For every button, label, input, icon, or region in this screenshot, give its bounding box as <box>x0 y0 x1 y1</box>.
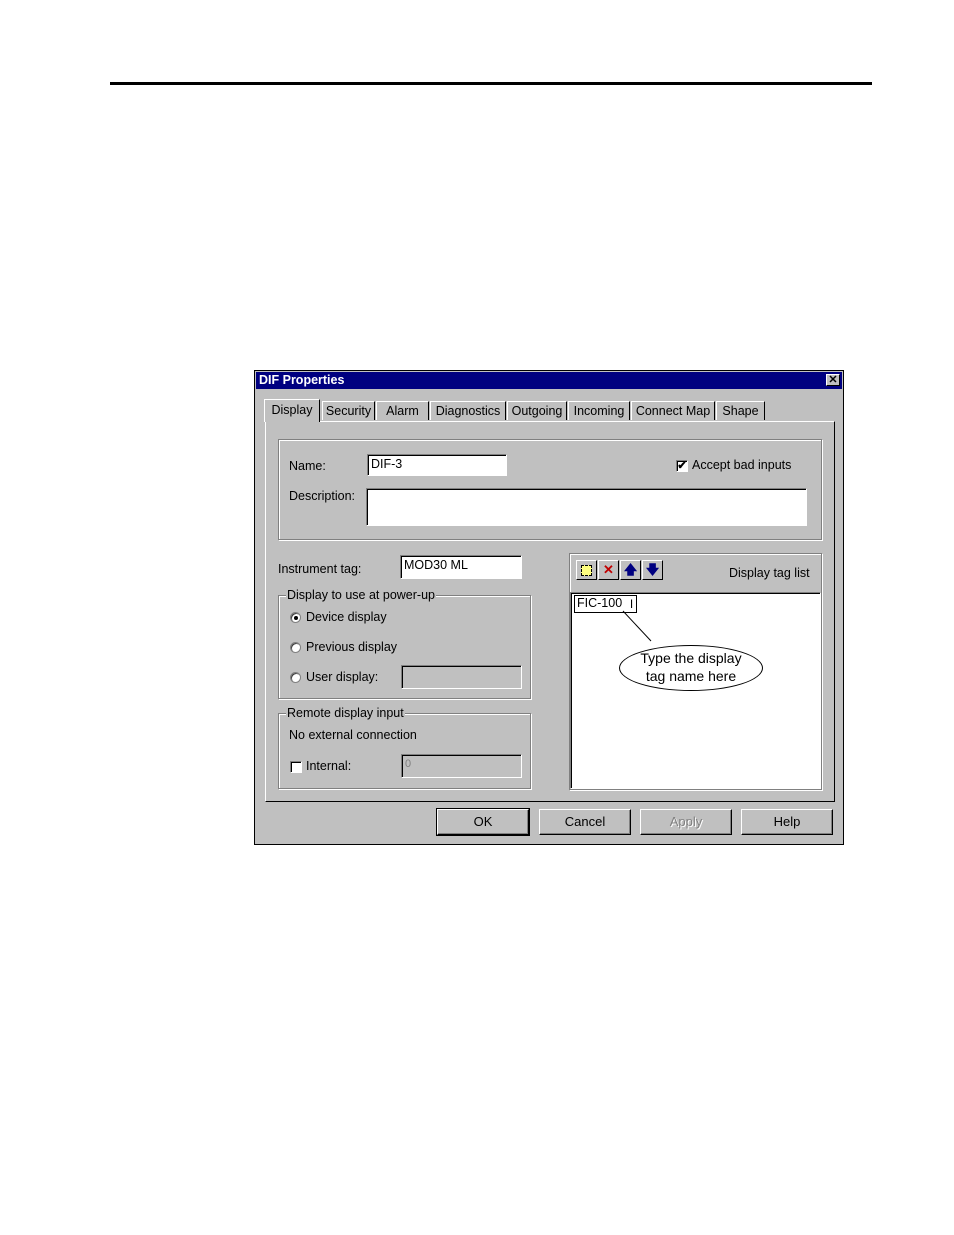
tab-display[interactable]: Display <box>264 399 320 422</box>
accept-bad-inputs-label: Accept bad inputs <box>692 458 792 472</box>
remote-group-title: Remote display input <box>286 706 405 720</box>
callout-leader <box>622 610 652 642</box>
move-down-button[interactable]: 🡇 <box>642 560 663 580</box>
tab-outgoing[interactable]: Outgoing <box>507 401 567 420</box>
help-button[interactable]: Help <box>741 809 833 835</box>
delete-icon: ✕ <box>603 562 614 577</box>
tab-alarm[interactable]: Alarm <box>376 401 429 420</box>
dialog-title: DIF Properties <box>259 373 345 387</box>
name-label: Name: <box>289 459 326 473</box>
page-top-rule <box>110 82 872 85</box>
apply-button[interactable]: Apply <box>640 809 732 835</box>
dif-properties-dialog: DIF Properties ✕ Display Security Alarm … <box>254 370 844 845</box>
description-input[interactable] <box>366 488 807 526</box>
tab-shape[interactable]: Shape <box>716 401 765 420</box>
previous-display-radio[interactable] <box>290 642 301 653</box>
move-up-icon: 🡅 <box>623 562 638 577</box>
remote-status-text: No external connection <box>289 728 417 742</box>
callout-line-2: tag name here <box>645 668 737 684</box>
remote-group: Remote display input No external connect… <box>278 706 531 789</box>
powerup-group-title: Display to use at power-up <box>286 588 436 602</box>
close-icon: ✕ <box>828 374 838 386</box>
ok-button[interactable]: OK <box>436 808 530 836</box>
title-bar: DIF Properties ✕ <box>256 372 842 389</box>
powerup-group: Display to use at power-up Device displa… <box>278 588 531 699</box>
new-icon <box>581 565 592 576</box>
new-tag-button[interactable] <box>576 560 597 580</box>
delete-tag-button[interactable]: ✕ <box>598 560 619 580</box>
device-display-label: Device display <box>306 610 387 624</box>
close-button[interactable]: ✕ <box>826 374 840 386</box>
tab-connect-map[interactable]: Connect Map <box>631 401 715 420</box>
move-up-button[interactable]: 🡅 <box>620 560 641 580</box>
previous-display-label: Previous display <box>306 640 398 654</box>
tag-list-box[interactable]: FIC-100 I Type the display tag name here <box>570 592 821 789</box>
tag-list-title: Display tag list <box>729 566 810 580</box>
callout-bubble: Type the display tag name here <box>619 645 763 691</box>
tab-incoming[interactable]: Incoming <box>568 401 630 420</box>
cancel-button[interactable]: Cancel <box>539 809 631 835</box>
tab-diagnostics[interactable]: Diagnostics <box>430 401 506 420</box>
instrument-tag-input[interactable]: MOD30 ML <box>400 555 522 579</box>
callout-line-1: Type the display <box>640 650 742 666</box>
display-tab-panel: Name: DIF-3 ✔ Accept bad inputs Descript… <box>265 421 835 802</box>
tab-security[interactable]: Security <box>322 401 375 420</box>
accept-bad-inputs-checkbox[interactable]: ✔ <box>676 460 688 472</box>
description-label: Description: <box>289 489 355 503</box>
name-input[interactable]: DIF-3 <box>367 454 507 476</box>
internal-input[interactable]: 0 <box>401 754 522 778</box>
move-down-icon: 🡇 <box>645 562 660 577</box>
identity-group: Name: DIF-3 ✔ Accept bad inputs Descript… <box>278 439 822 540</box>
device-display-radio[interactable] <box>290 612 301 623</box>
user-display-radio[interactable] <box>290 672 301 683</box>
internal-checkbox[interactable] <box>290 761 302 773</box>
user-display-label: User display: <box>306 670 379 684</box>
instrument-tag-label: Instrument tag: <box>278 562 362 576</box>
user-display-input[interactable] <box>401 665 522 689</box>
tag-list-group: ✕ 🡅 🡇 Display tag list FIC-100 I Type th… <box>569 553 822 790</box>
internal-label: Internal: <box>306 759 352 773</box>
